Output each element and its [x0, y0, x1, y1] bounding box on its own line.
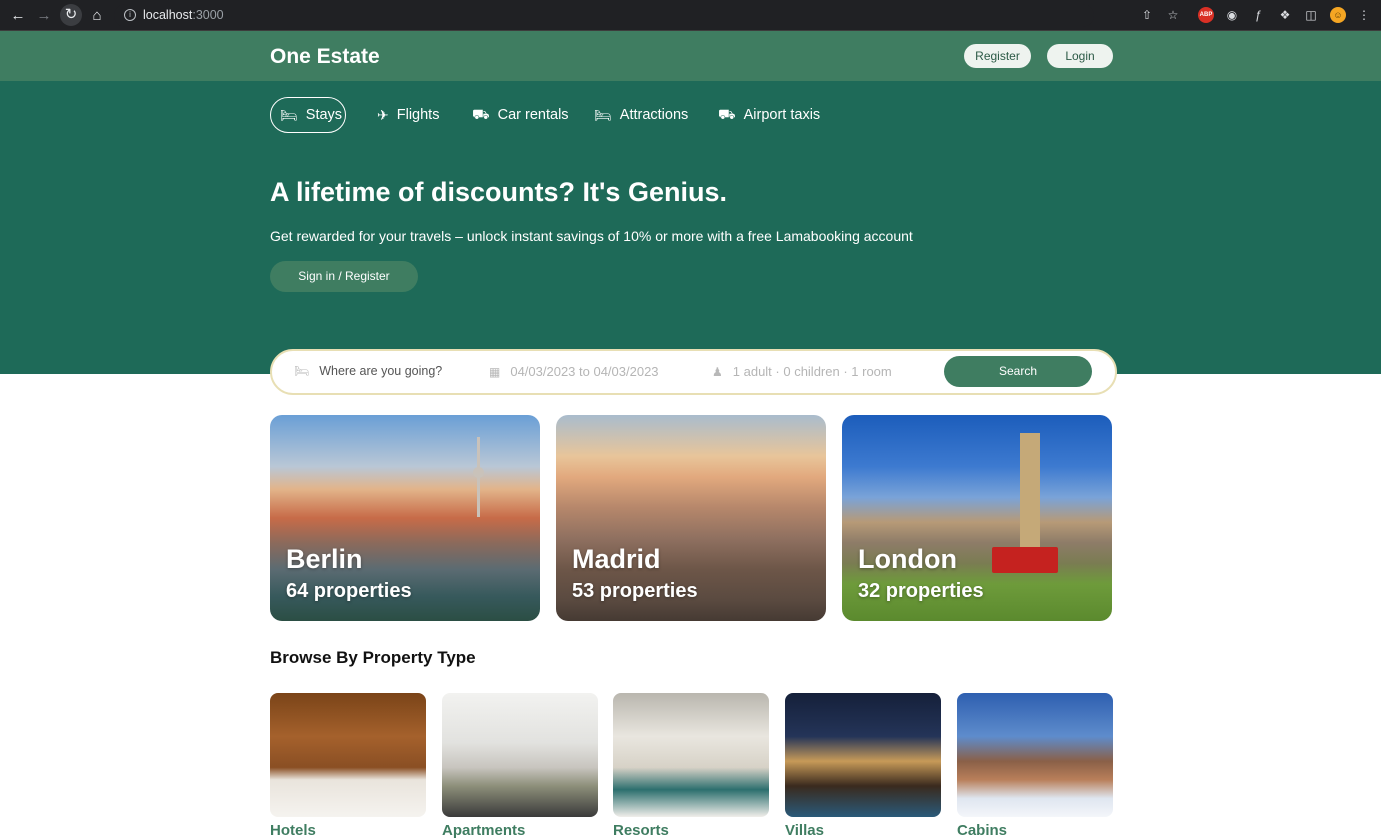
- reload-icon: ↻: [64, 6, 78, 23]
- destination-field[interactable]: 🛏 Where are you going?: [294, 364, 442, 378]
- home-icon[interactable]: ⌂: [87, 6, 107, 26]
- property-type-card[interactable]: Villas: [785, 693, 941, 839]
- search-button[interactable]: Search: [944, 356, 1092, 387]
- property-type-label: Villas: [785, 822, 824, 839]
- bed-icon: 🛏: [594, 106, 612, 123]
- hero-title: A lifetime of discounts? It's Genius.: [270, 177, 727, 207]
- adblock-extension-icon[interactable]: ABP: [1198, 7, 1214, 23]
- hero-description: Get rewarded for your travels – unlock i…: [270, 228, 913, 244]
- property-image: [785, 693, 941, 817]
- tab-stays[interactable]: 🛏 Stays: [270, 97, 346, 133]
- site-info-icon[interactable]: i: [124, 9, 136, 21]
- side-panel-icon[interactable]: ◫: [1303, 7, 1319, 23]
- property-type-label: Hotels: [270, 822, 316, 839]
- city-name: London: [858, 544, 957, 574]
- forward-arrow-icon[interactable]: →: [34, 6, 54, 26]
- property-type-label: Apartments: [442, 822, 526, 839]
- property-type-card[interactable]: Hotels: [270, 693, 426, 839]
- profile-avatar[interactable]: ☺: [1330, 7, 1346, 23]
- share-icon[interactable]: ⇧: [1139, 7, 1155, 23]
- city-property-count: 64 properties: [286, 580, 412, 602]
- car-icon: ⛟: [472, 105, 490, 122]
- city-property-count: 53 properties: [572, 580, 698, 602]
- featured-city-card[interactable]: Berlin 64 properties: [270, 415, 540, 621]
- person-icon: ♟: [712, 364, 723, 379]
- bed-icon: 🛏: [280, 106, 298, 123]
- date-range-text: 04/03/2023 to 04/03/2023: [510, 364, 659, 379]
- search-bar: 🛏 Where are you going? ▦ 04/03/2023 to 0…: [270, 349, 1117, 395]
- reload-button[interactable]: ↻: [60, 4, 82, 26]
- featured-city-card[interactable]: London 32 properties: [842, 415, 1112, 621]
- date-range-field[interactable]: ▦ 04/03/2023 to 04/03/2023: [489, 364, 659, 379]
- tv-tower-sphere-illustration: [473, 467, 484, 478]
- url-text: localhost:3000: [143, 8, 224, 22]
- menu-kebab-icon[interactable]: ⋮: [1356, 7, 1372, 23]
- section-title: Browse By Property Type: [270, 648, 476, 667]
- tab-label: Airport taxis: [743, 107, 821, 123]
- city-name: Berlin: [286, 544, 363, 574]
- property-type-label: Cabins: [957, 822, 1008, 839]
- plane-icon: ✈: [377, 106, 389, 123]
- tab-label: Car rentals: [497, 107, 569, 123]
- red-bus-illustration: [992, 547, 1058, 573]
- property-image: [270, 693, 426, 817]
- tab-label: Stays: [305, 107, 343, 123]
- puzzle-extensions-icon[interactable]: ❖: [1277, 7, 1293, 23]
- featured-city-card[interactable]: Madrid 53 properties: [556, 415, 826, 621]
- hero-section: 🛏 Stays ✈ Flights ⛟ Car rentals 🛏 Attrac…: [0, 81, 1381, 374]
- signin-register-button[interactable]: Sign in / Register: [270, 261, 418, 292]
- back-arrow-icon[interactable]: ←: [8, 6, 28, 26]
- property-type-card[interactable]: Cabins: [957, 693, 1113, 839]
- guest-options-field[interactable]: ♟ 1 adult · 0 children · 1 room: [712, 364, 892, 379]
- property-image: [442, 693, 598, 817]
- tab-airport-taxis[interactable]: ⛟ Airport taxis: [718, 97, 820, 133]
- camera-extension-icon[interactable]: ◉: [1224, 7, 1240, 23]
- property-type-card[interactable]: Resorts: [613, 693, 769, 839]
- property-image: [613, 693, 769, 817]
- tab-label: Attractions: [619, 107, 689, 123]
- city-name: Madrid: [572, 544, 661, 574]
- guest-options-text: 1 adult · 0 children · 1 room: [732, 364, 892, 379]
- property-image: [957, 693, 1113, 817]
- tab-car-rentals[interactable]: ⛟ Car rentals: [472, 97, 569, 133]
- property-type-label: Resorts: [613, 822, 669, 839]
- bed-icon: 🛏: [294, 364, 310, 378]
- bookmark-star-icon[interactable]: ☆: [1165, 7, 1181, 23]
- login-button[interactable]: Login: [1047, 44, 1113, 68]
- browser-toolbar: ← → ↻ ⌂ i localhost:3000 ⇧ ☆ ABP ◉ ƒ ❖ ◫…: [0, 0, 1381, 31]
- calendar-icon: ▦: [489, 364, 501, 379]
- city-property-count: 32 properties: [858, 580, 984, 602]
- tab-label: Flights: [396, 107, 440, 123]
- register-button[interactable]: Register: [964, 44, 1031, 68]
- property-type-card[interactable]: Apartments: [442, 693, 598, 839]
- tab-flights[interactable]: ✈ Flights: [377, 97, 439, 133]
- formula-extension-icon[interactable]: ƒ: [1250, 7, 1266, 23]
- tab-attractions[interactable]: 🛏 Attractions: [594, 97, 688, 133]
- address-bar[interactable]: i localhost:3000: [114, 4, 1094, 27]
- site-navbar: One Estate Register Login: [0, 31, 1381, 81]
- taxi-icon: ⛟: [718, 105, 736, 122]
- destination-input[interactable]: Where are you going?: [319, 364, 442, 378]
- site-logo[interactable]: One Estate: [270, 45, 380, 69]
